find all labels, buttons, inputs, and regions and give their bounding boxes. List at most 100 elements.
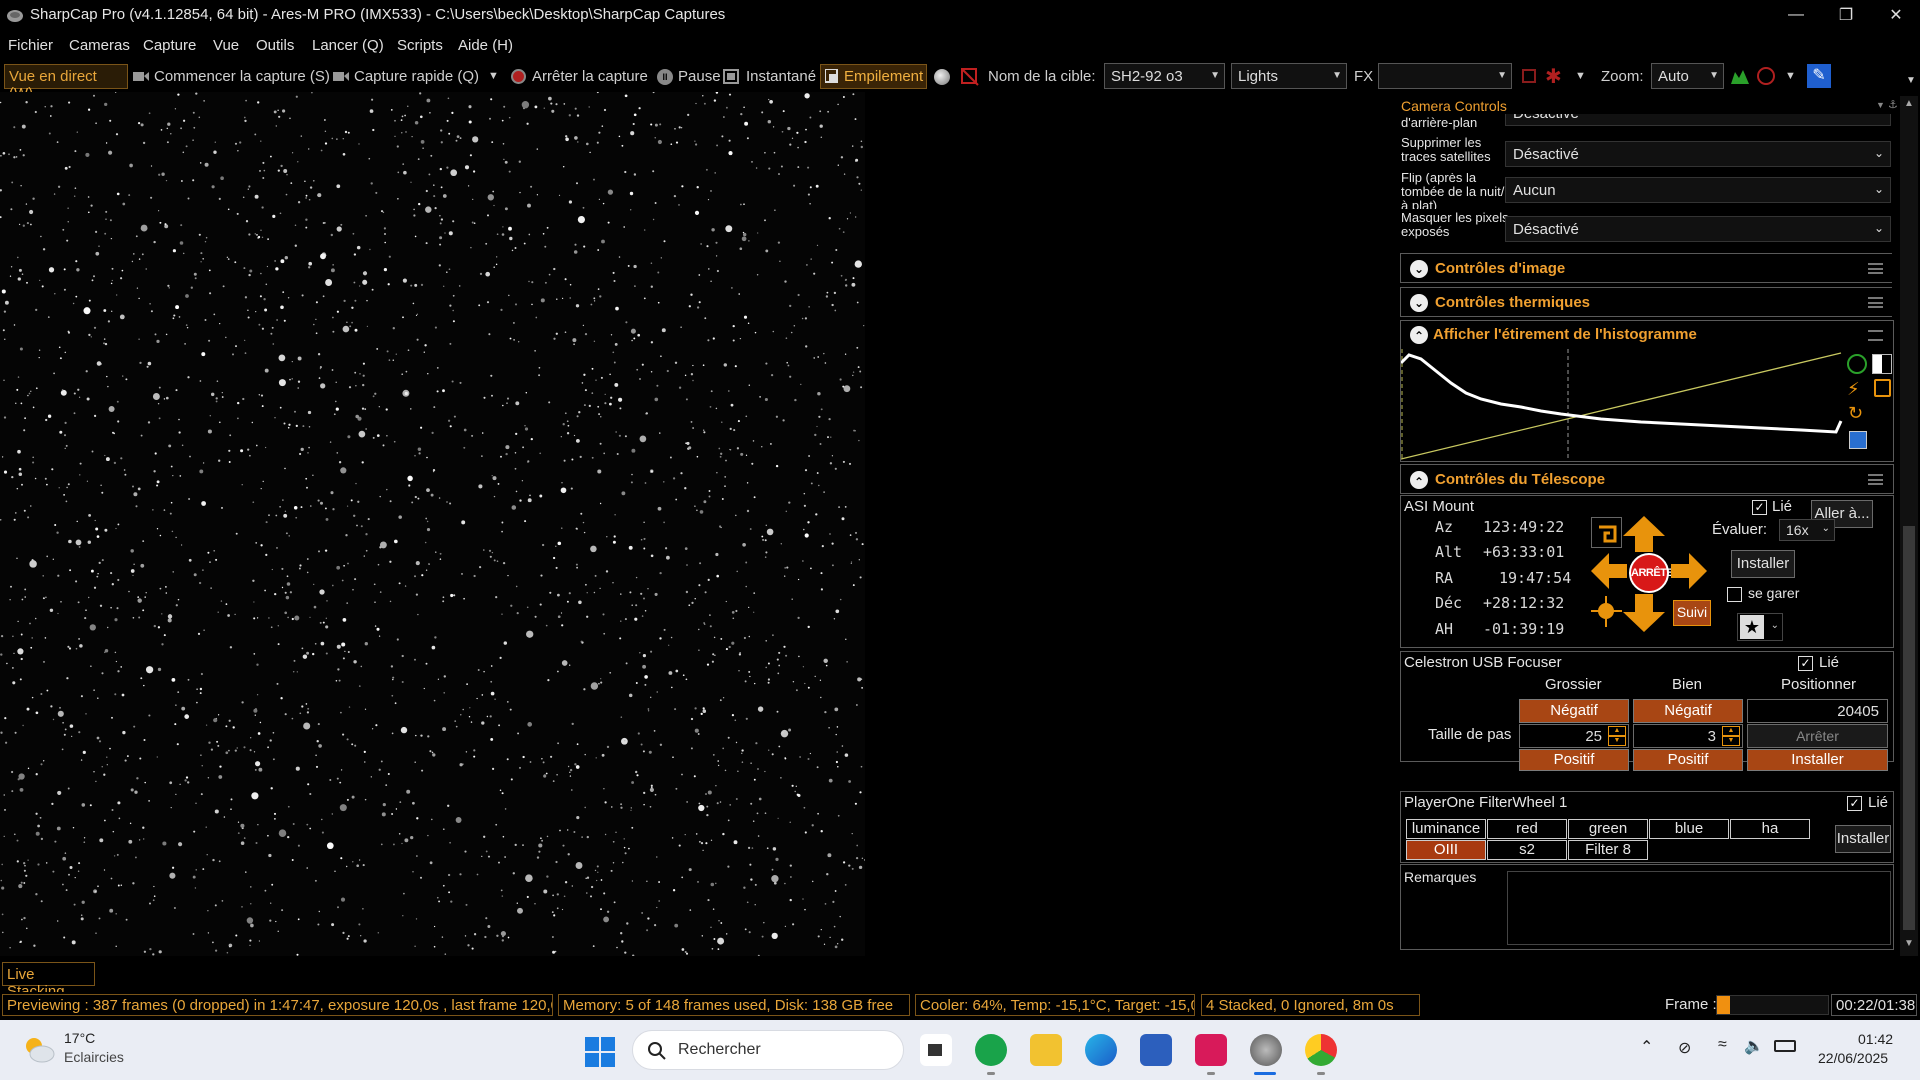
menu-capture[interactable]: Capture: [143, 37, 196, 54]
chrome-browser-icon[interactable]: [1305, 1034, 1337, 1066]
microsoft-store-icon[interactable]: [1140, 1034, 1172, 1066]
histogram-icon[interactable]: [1731, 68, 1749, 84]
spin-down-icon[interactable]: ▼: [1608, 736, 1626, 746]
chevron-down-icon[interactable]: ⌄: [1410, 260, 1428, 278]
chevron-down-icon[interactable]: ⌄: [1410, 294, 1428, 312]
scrollbar-thumb[interactable]: [1903, 526, 1915, 930]
weather-temperature[interactable]: 17°C: [64, 1030, 95, 1046]
filter-oiii[interactable]: OIII: [1406, 840, 1486, 860]
fine-negative-button[interactable]: Négatif: [1633, 699, 1743, 723]
chevron-up-icon[interactable]: ⌃: [1410, 326, 1428, 344]
maximize-button[interactable]: ❐: [1823, 0, 1869, 30]
arrow-down-icon[interactable]: [1623, 594, 1665, 632]
taskbar-search-box[interactable]: Rechercher: [632, 1030, 904, 1070]
menu-cameras[interactable]: Cameras: [69, 37, 130, 54]
no-target-icon[interactable]: [960, 67, 980, 86]
focuser-setup-button[interactable]: Installer: [1747, 749, 1888, 771]
coarse-positive-button[interactable]: Positif: [1519, 749, 1629, 771]
menu-icon[interactable]: [1868, 474, 1883, 485]
telescope-controls-section[interactable]: ⌃ Contrôles du Télescope: [1400, 464, 1894, 494]
filter-green[interactable]: green: [1568, 819, 1648, 839]
scroll-down-icon[interactable]: ▼: [1904, 938, 1914, 949]
menu-icon[interactable]: [1868, 297, 1883, 308]
fx-combo[interactable]: ▼: [1378, 63, 1512, 89]
stop-capture-button[interactable]: Arrêter la capture: [532, 68, 648, 85]
park-checkbox[interactable]: [1727, 587, 1742, 602]
menu-aide[interactable]: Aide (H): [458, 37, 513, 54]
focus-dropdown-icon[interactable]: ▼: [1785, 70, 1796, 82]
moon-icon[interactable]: [934, 69, 950, 85]
brush-tool-icon[interactable]: ✎: [1807, 64, 1831, 88]
target-name-combo[interactable]: SH2-92 o3 ▼: [1104, 63, 1225, 89]
pin-icon[interactable]: ⚓: [1888, 98, 1898, 111]
quick-capture-dropdown-icon[interactable]: ▼: [488, 70, 499, 82]
image-controls-section[interactable]: ⌄ Contrôles d'image: [1400, 253, 1892, 283]
toolbar-overflow-icon[interactable]: ▼: [1906, 75, 1916, 86]
camera-preview-image[interactable]: [0, 92, 865, 956]
wifi-icon[interactable]: ≈: [1718, 1036, 1727, 1054]
volume-icon[interactable]: 🔈: [1744, 1036, 1764, 1056]
edge-browser-icon[interactable]: [1085, 1034, 1117, 1066]
filterwheel-linked-checkbox[interactable]: ✓: [1847, 796, 1862, 811]
rate-select[interactable]: 16x ⌄: [1779, 519, 1835, 541]
snapshot-button[interactable]: Instantané: [746, 68, 816, 85]
menu-vue[interactable]: Vue: [213, 37, 239, 54]
notes-textarea[interactable]: [1507, 871, 1891, 945]
panel-dropdown-icon[interactable]: ▼: [1876, 100, 1885, 110]
reset-icon[interactable]: ↻: [1848, 403, 1863, 424]
live-stacking-tab[interactable]: Live Stacking: [2, 962, 95, 1000]
start-capture-button[interactable]: Commencer la capture (S): [154, 68, 330, 85]
arrow-right-icon[interactable]: [1671, 553, 1707, 589]
mask-exposed-select[interactable]: Désactivé ⌄: [1505, 216, 1891, 242]
taskbar-date[interactable]: 22/06/2025: [1818, 1050, 1888, 1066]
file-explorer-icon[interactable]: [1030, 1034, 1062, 1066]
network-off-icon[interactable]: ⊘: [1678, 1038, 1691, 1058]
background-subtraction-select[interactable]: Désactivé: [1505, 114, 1891, 126]
filter-red[interactable]: red: [1487, 819, 1567, 839]
task-view-icon[interactable]: [920, 1034, 952, 1066]
spin-up-icon[interactable]: ▲: [1608, 726, 1626, 736]
scroll-up-icon[interactable]: ▲: [1904, 98, 1914, 109]
spin-up-icon[interactable]: ▲: [1722, 726, 1740, 736]
focus-assist-icon[interactable]: [1757, 67, 1775, 85]
home-target-icon[interactable]: [1591, 596, 1622, 627]
crosshair-dropdown-icon[interactable]: ▼: [1575, 70, 1586, 82]
filter-s2[interactable]: s2: [1487, 840, 1567, 860]
close-button[interactable]: ✕: [1873, 0, 1919, 30]
satellite-trails-select[interactable]: Désactivé ⌄: [1505, 141, 1891, 167]
filter-blue[interactable]: blue: [1649, 819, 1729, 839]
pause-button[interactable]: Pause: [678, 68, 721, 85]
chevron-up-icon[interactable]: ⌃: [1640, 1037, 1653, 1057]
star-select[interactable]: ★ ⌄: [1737, 613, 1783, 641]
contrast-icon[interactable]: [1872, 354, 1892, 374]
mount-linked-checkbox[interactable]: ✓: [1752, 500, 1767, 515]
minimize-button[interactable]: —: [1773, 0, 1819, 30]
flip-select[interactable]: Aucun ⌄: [1505, 177, 1891, 203]
reticle-square-icon[interactable]: [1522, 69, 1536, 83]
focuser-stop-button[interactable]: Arrêter: [1747, 724, 1888, 748]
fine-positive-button[interactable]: Positif: [1633, 749, 1743, 771]
menu-lancer[interactable]: Lancer (Q): [312, 37, 384, 54]
spin-down-icon[interactable]: ▼: [1722, 736, 1740, 746]
coarse-negative-button[interactable]: Négatif: [1519, 699, 1629, 723]
panel-scrollbar[interactable]: ▲ ▼: [1900, 96, 1918, 956]
coarse-step-spinner[interactable]: 25 ▲ ▼: [1519, 724, 1629, 748]
menu-fichier[interactable]: Fichier: [8, 37, 53, 54]
taskbar-clock[interactable]: 01:42: [1858, 1031, 1893, 1047]
menu-outils[interactable]: Outils: [256, 37, 294, 54]
zoom-combo[interactable]: Auto ▼: [1651, 63, 1724, 89]
filter-luminance[interactable]: luminance: [1406, 819, 1486, 839]
sharpcap-taskbar-icon[interactable]: [1250, 1034, 1282, 1066]
fine-step-spinner[interactable]: 3 ▲ ▼: [1633, 724, 1743, 748]
weather-partly-cloudy-icon[interactable]: [22, 1034, 56, 1064]
histogram-section-header[interactable]: ⌃ Afficher l'étirement de l'histogramme: [1401, 321, 1893, 349]
thermal-controls-section[interactable]: ⌄ Contrôles thermiques: [1400, 287, 1892, 317]
save-icon[interactable]: [1849, 431, 1867, 449]
lightning-icon[interactable]: ⚡: [1847, 379, 1860, 400]
tracking-button[interactable]: Suivi: [1673, 600, 1711, 626]
chevron-up-icon[interactable]: ⌃: [1410, 471, 1428, 489]
arrow-up-icon[interactable]: [1623, 516, 1665, 552]
park-position-icon[interactable]: [1591, 517, 1622, 548]
green-app-icon[interactable]: [975, 1034, 1007, 1066]
filter-ha[interactable]: ha: [1730, 819, 1810, 839]
